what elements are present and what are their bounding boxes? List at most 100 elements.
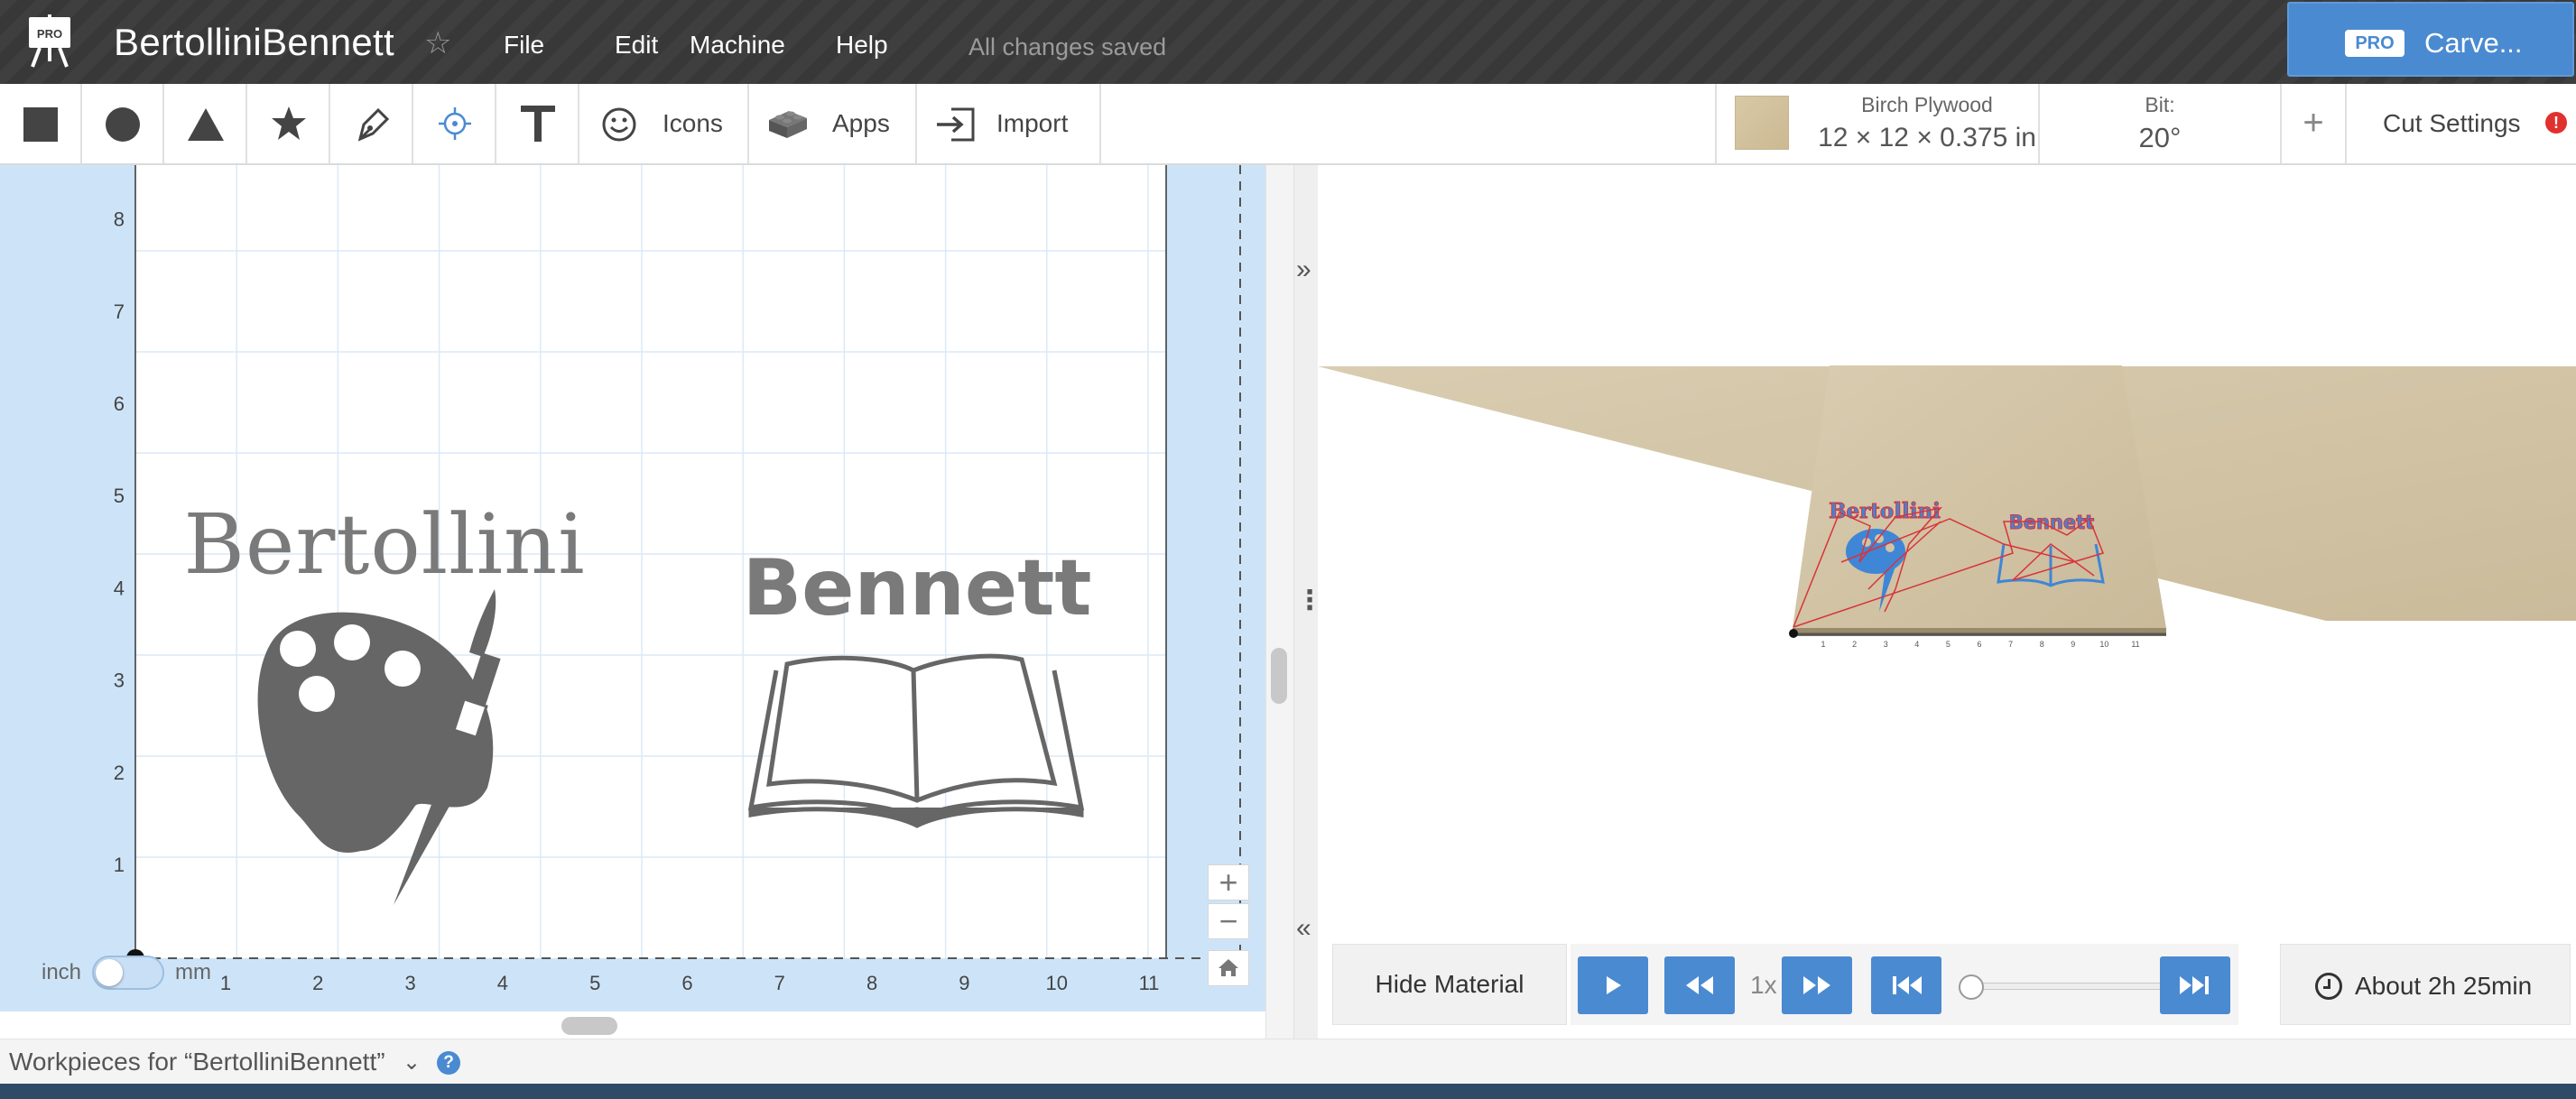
y-axis-tick: 6 [114,392,125,415]
x-axis-tick: 8 [866,972,877,994]
icons-label: Icons [663,109,723,137]
top-bar: PRO BertolliniBennett ☆ File Edit Machin… [0,0,2576,84]
menu-help[interactable]: Help [836,31,888,60]
home-view-button[interactable] [1208,950,1249,986]
menu-edit[interactable]: Edit [615,31,658,60]
add-bit-button[interactable]: + [2282,84,2347,163]
import-label: Import [996,109,1069,137]
pen-tool[interactable] [330,84,413,163]
x-axis-tick: 9 [959,972,969,994]
unit-toggle[interactable] [92,956,164,990]
alert-icon: ! [2545,112,2567,134]
easel-logo-icon[interactable]: PRO [23,14,76,69]
material-selector[interactable]: Birch Plywood 12 × 12 × 0.375 in [1715,84,2040,163]
preview-text-bennett: Bennett [2009,512,2094,533]
x-axis-tick: 3 [404,972,415,994]
x-axis-tick: 6 [681,972,692,994]
progress-slider-knob[interactable] [1959,974,1984,1000]
time-estimate: About 2h 25min [2280,944,2571,1025]
bottom-band [0,1084,2576,1099]
import-tool[interactable]: Import [917,84,1101,163]
preview-axis-tick: 5 [1946,640,1951,649]
menu-file[interactable]: File [504,31,544,60]
unit-mm-label: mm [175,960,211,984]
x-axis-tick: 2 [312,972,323,994]
square-tool[interactable] [0,84,82,163]
rewind-icon [1686,976,1713,994]
star-tool[interactable] [247,84,330,163]
canvas-vertical-scrollbar[interactable] [1271,648,1287,704]
circle-icon [106,107,140,142]
unit-inch-label: inch [42,960,82,984]
triangle-tool[interactable] [164,84,247,163]
zoom-out-button[interactable]: − [1208,903,1249,939]
cut-settings-button[interactable]: Cut Settings ! [2347,84,2576,163]
hide-material-button[interactable]: Hide Material [1332,944,1567,1025]
save-status: All changes saved [968,33,1167,60]
menu-machine[interactable]: Machine [690,31,785,60]
preview-axis-tick: 2 [1852,640,1857,649]
home-icon [1219,959,1238,976]
text-tool[interactable] [496,84,579,163]
design-grid: 1 2 3 4 5 6 7 8 9 10 11 12345678 Bertollini Bennet… [114,165,1241,994]
speed-label[interactable]: 1x [1750,971,1777,1000]
bit-selector[interactable]: Bit: 20° [2040,84,2282,163]
fast-forward-icon [1803,976,1830,994]
x-axis-tick: 5 [589,972,600,994]
carve-label: Carve... [2424,27,2523,59]
workpieces-label[interactable]: Workpieces for “BertolliniBennett” [9,1048,385,1076]
pro-badge: PRO [2345,30,2405,57]
workpieces-bar: Workpieces for “BertolliniBennett” ⌄ ? [0,1039,2576,1084]
project-title[interactable]: BertolliniBennett [114,21,394,64]
design-text-bertollini[interactable]: Bertollini [183,496,585,593]
preview-axis-tick: 3 [1884,640,1888,649]
square-icon [23,107,58,142]
x-axis-tick: 11 [1139,972,1160,994]
circle-tool[interactable] [82,84,164,163]
expand-preview-icon[interactable]: » [1296,254,1311,285]
apps-label: Apps [832,109,890,137]
y-axis-tick: 7 [114,300,125,323]
y-axis-tick: 5 [114,485,125,507]
progress-slider-track[interactable] [1960,983,2177,990]
help-icon[interactable]: ? [437,1051,460,1075]
y-axis-tick: 8 [114,208,125,231]
cut-settings-label: Cut Settings [2383,109,2521,137]
preview-axis-tick: 8 [2040,640,2044,649]
smiley-icon [602,107,636,142]
point-tool[interactable] [413,84,496,163]
playback-controls: 1x [1571,944,2238,1025]
skip-to-end-button[interactable] [2160,956,2230,1014]
skip-forward-icon [2180,976,2209,994]
bit-value: 20° [2138,122,2182,153]
icons-tool[interactable]: Icons [579,84,749,163]
collapse-preview-icon[interactable]: « [1296,913,1311,944]
y-axis-tick: 4 [114,577,125,599]
unit-toggle-knob[interactable] [96,959,123,986]
fast-forward-button[interactable] [1782,956,1852,1014]
chevron-down-icon[interactable]: ⌄ [403,1049,421,1076]
pen-icon [357,107,390,142]
skip-to-start-button[interactable] [1871,956,1941,1014]
preview-3d-board: 1 2 3 4 5 6 7 8 9 10 11 Bertollini Bennett [1318,365,2576,649]
rewind-button[interactable] [1664,956,1735,1014]
preview-axis-tick: 1 [1821,640,1825,649]
star-icon[interactable]: ☆ [424,25,451,61]
preview-axis-tick: 4 [1914,640,1919,649]
design-text-bennett[interactable]: Bennett [743,543,1092,633]
carve-button[interactable]: PRO Carve... [2287,2,2574,77]
apps-tool[interactable]: Apps [749,84,917,163]
triangle-icon [188,108,224,141]
canvas-horizontal-scrollbar[interactable] [561,1017,617,1035]
design-canvas[interactable]: 1 2 3 4 5 6 7 8 9 10 11 12345678 Bertollini Bennet… [0,165,1265,1011]
toolbar: Icons Apps Import Birch Plywood 12 × 12 … [0,84,2576,165]
preview-axis-tick: 6 [1977,640,1981,649]
play-button[interactable] [1578,956,1648,1014]
bit-label: Bit: [2145,93,2175,116]
carve-preview[interactable]: 1 2 3 4 5 6 7 8 9 10 11 Bertollini Bennett [1318,165,2576,948]
zoom-in-button[interactable]: + [1208,864,1249,900]
preview-axis-tick: 7 [2008,640,2013,649]
x-axis-tick: 7 [774,972,785,994]
y-axis-tick: 2 [114,762,125,784]
material-name: Birch Plywood [1861,93,1993,116]
